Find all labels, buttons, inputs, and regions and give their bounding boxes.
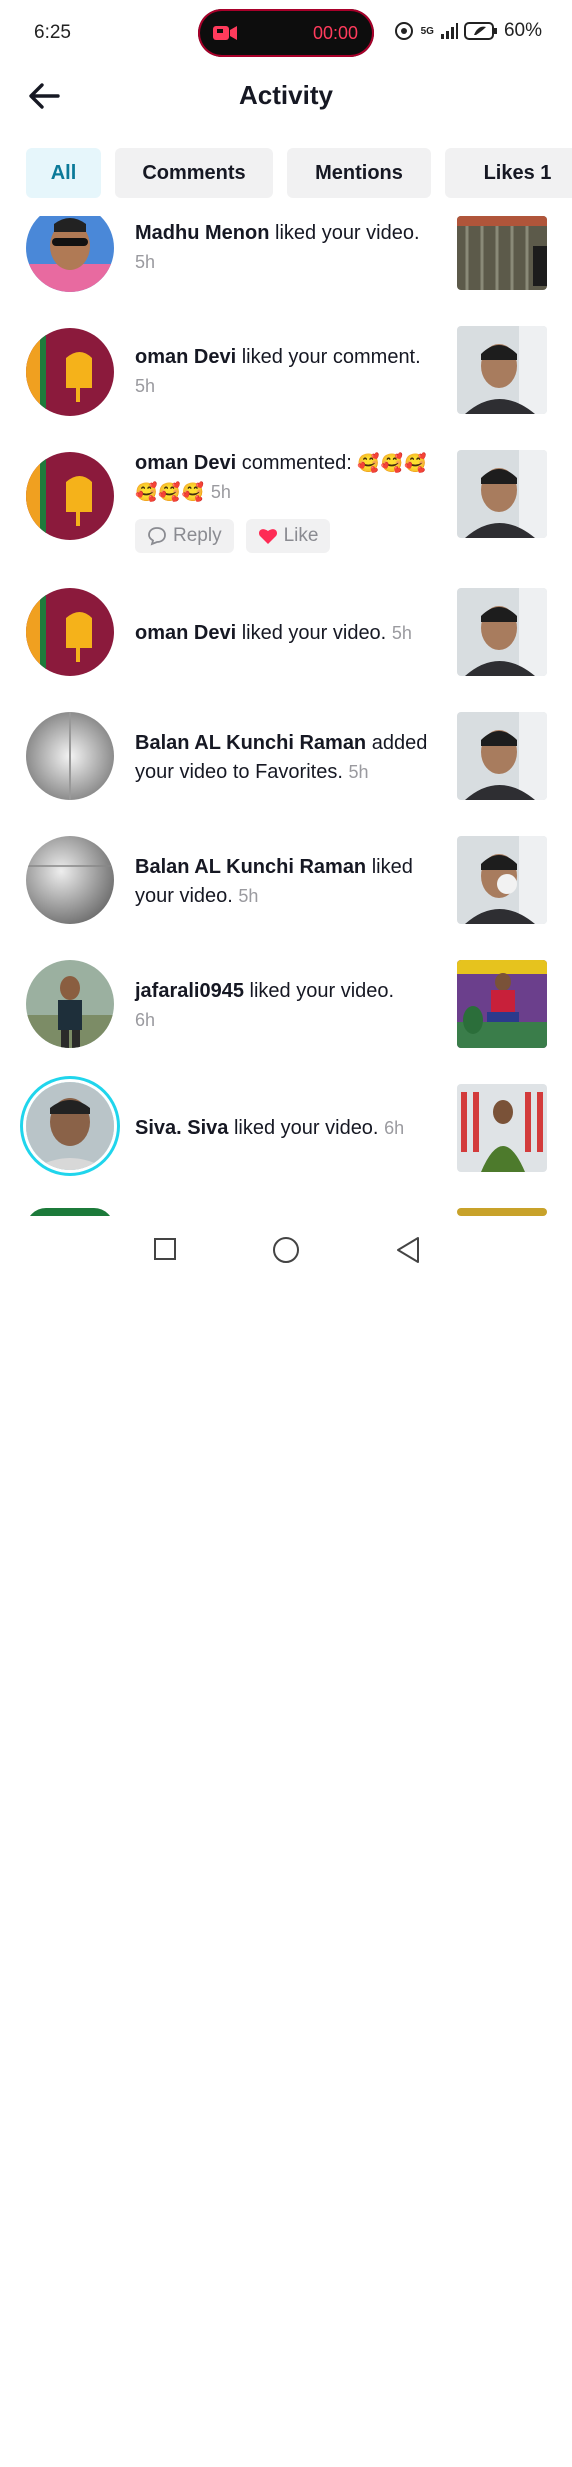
battery-percent: 60% bbox=[503, 20, 542, 41]
system-icons: 5G 60% bbox=[393, 20, 542, 42]
user-name[interactable]: Balan AL Kunchi Raman bbox=[135, 732, 366, 754]
video-thumbnail[interactable] bbox=[457, 836, 547, 924]
battery-icon bbox=[463, 22, 497, 40]
user-name[interactable]: oman Devi bbox=[135, 622, 236, 644]
speech-bubble-icon bbox=[148, 527, 166, 546]
video-thumbnail[interactable] bbox=[457, 588, 547, 676]
avatar[interactable] bbox=[26, 452, 114, 540]
timestamp: 5h bbox=[135, 376, 156, 396]
activity-text: liked your video. bbox=[233, 1117, 379, 1139]
tab-mentions[interactable]: Mentions bbox=[287, 148, 431, 198]
avatar[interactable] bbox=[26, 960, 114, 1048]
video-thumbnail[interactable] bbox=[457, 326, 547, 414]
activity-text: liked your video. bbox=[241, 622, 387, 644]
timestamp: 5h bbox=[348, 762, 369, 782]
timestamp: 5h bbox=[210, 482, 231, 502]
reply-label: Reply bbox=[173, 525, 222, 546]
activity-text: commented: bbox=[241, 452, 352, 474]
avatar[interactable] bbox=[26, 216, 114, 292]
reply-button[interactable]: Reply bbox=[135, 519, 234, 553]
avatar[interactable] bbox=[26, 1082, 114, 1170]
tab-comments[interactable]: Comments bbox=[115, 148, 273, 198]
video-thumbnail[interactable] bbox=[457, 450, 547, 538]
heart-icon bbox=[258, 529, 277, 544]
page-title: Activity bbox=[239, 80, 333, 110]
screen-record-pill[interactable]: 00:00 bbox=[198, 9, 374, 57]
user-name[interactable]: Balan AL Kunchi Raman bbox=[135, 856, 366, 878]
like-button[interactable]: Like bbox=[245, 519, 331, 553]
network-type: 5G bbox=[420, 25, 434, 37]
avatar[interactable] bbox=[26, 836, 114, 924]
user-name[interactable]: jafarali0945 bbox=[135, 980, 244, 1002]
status-bar: 6:25 00:00 5G 60% bbox=[0, 0, 572, 66]
video-thumbnail[interactable] bbox=[457, 1084, 547, 1172]
like-label: Like bbox=[283, 525, 319, 546]
timestamp: 5h bbox=[135, 252, 156, 272]
user-name[interactable]: oman Devi bbox=[135, 346, 236, 368]
comment-actions: Reply Like bbox=[135, 519, 331, 553]
activity-text: liked your comment. bbox=[241, 346, 421, 368]
video-thumbnail[interactable] bbox=[457, 216, 547, 290]
record-timer: 00:00 bbox=[312, 23, 358, 43]
video-thumbnail[interactable] bbox=[457, 960, 547, 1048]
timestamp: 5h bbox=[391, 623, 412, 643]
timestamp: 5h bbox=[238, 886, 259, 906]
square-icon[interactable] bbox=[153, 1237, 177, 1261]
triangle-back-icon[interactable] bbox=[395, 1236, 421, 1264]
avatar[interactable] bbox=[26, 588, 114, 676]
timestamp: 6h bbox=[384, 1118, 405, 1138]
avatar[interactable] bbox=[26, 712, 114, 800]
avatar[interactable] bbox=[26, 1208, 114, 1216]
tab-likes[interactable]: Likes 1 bbox=[445, 148, 572, 198]
tab-all[interactable]: All bbox=[26, 148, 101, 198]
hotspot-icon bbox=[394, 22, 413, 40]
circle-icon[interactable] bbox=[272, 1236, 300, 1264]
activity-list: Madhu Menon liked your video. 5h oman De… bbox=[0, 216, 572, 1216]
activity-text: liked your video. bbox=[249, 980, 395, 1002]
signal-icon bbox=[440, 23, 458, 39]
video-thumbnail[interactable] bbox=[457, 1208, 547, 1216]
top-bar: Activity bbox=[0, 66, 572, 126]
user-name[interactable]: Madhu Menon bbox=[135, 222, 269, 244]
filter-tabs: All Comments Mentions Likes 1 bbox=[26, 148, 572, 198]
timestamp: 6h bbox=[135, 1010, 156, 1030]
user-name[interactable]: oman Devi bbox=[135, 452, 236, 474]
square-icon[interactable] bbox=[153, 2443, 177, 2467]
avatar[interactable] bbox=[26, 328, 114, 416]
user-name[interactable]: Siva. Siva bbox=[135, 1117, 228, 1139]
video-thumbnail[interactable] bbox=[457, 712, 547, 800]
activity-text: liked your video. bbox=[275, 222, 420, 244]
status-time: 6:25 bbox=[34, 22, 71, 43]
video-record-icon bbox=[213, 26, 237, 40]
